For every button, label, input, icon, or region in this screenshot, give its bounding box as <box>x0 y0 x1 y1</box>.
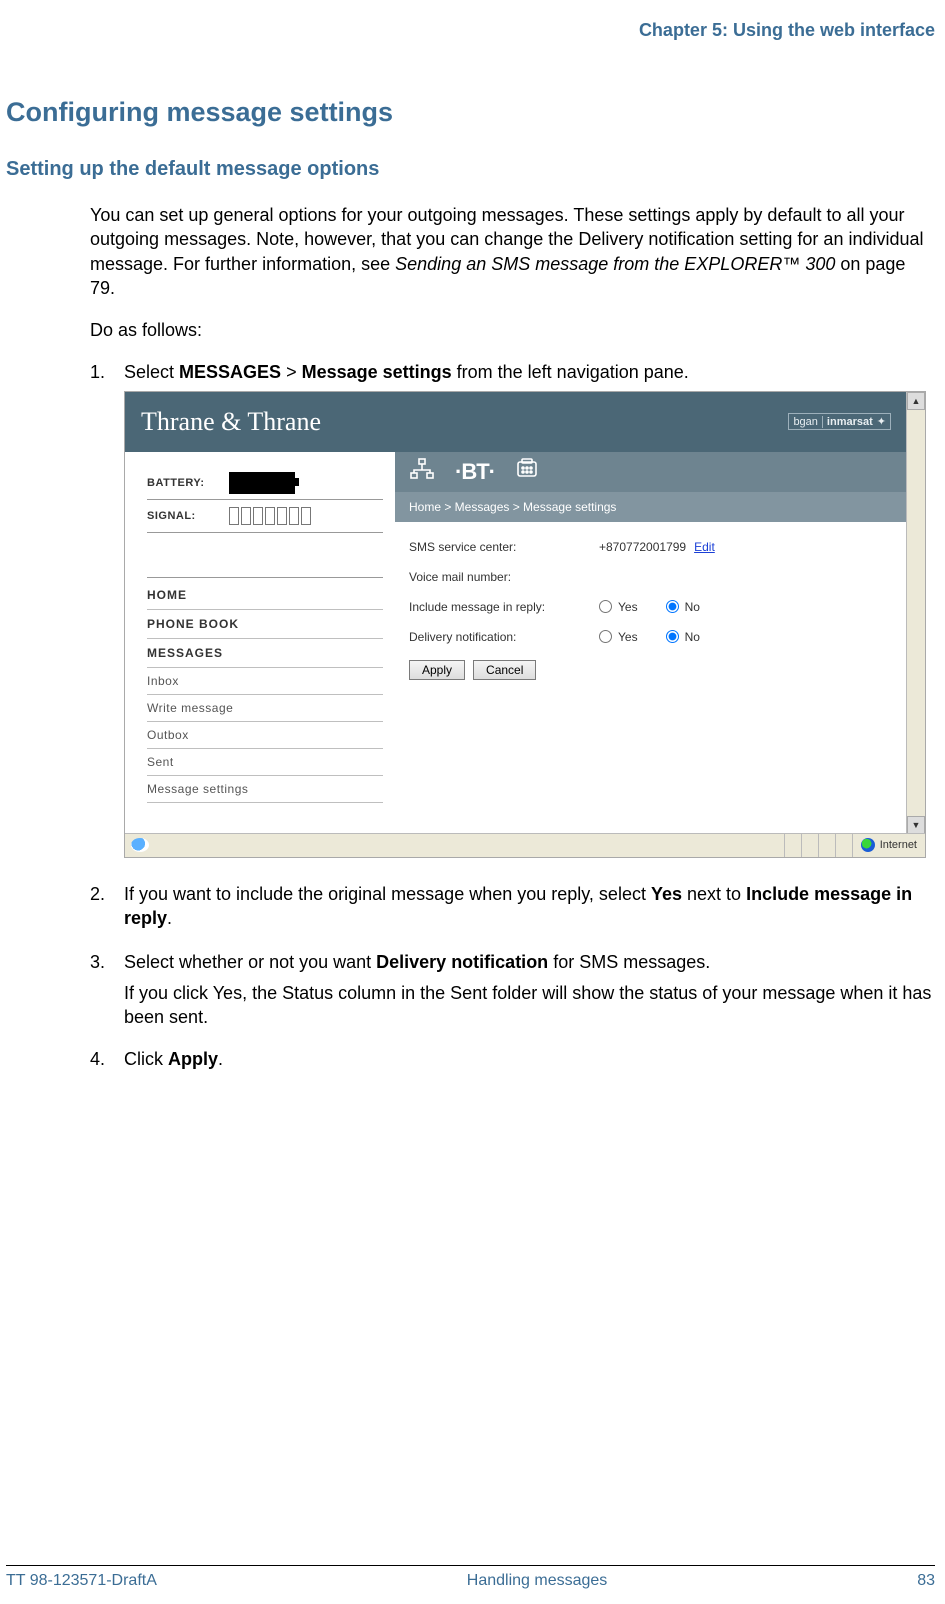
yes-label-2: Yes <box>618 630 638 644</box>
include-reply-yes[interactable]: Yes <box>599 600 638 614</box>
icon-bar: ·BT· <box>395 452 907 492</box>
step-2: 2. If you want to include the original m… <box>90 882 935 931</box>
delivery-notif-label: Delivery notification: <box>409 630 599 644</box>
battery-icon <box>229 472 295 494</box>
step-2-text: If you want to include the original mess… <box>124 882 935 931</box>
screenshot-figure: Thrane & Thrane bgan inmarsat ✦ BATTERY: <box>124 391 935 858</box>
footer-page: 83 <box>917 1572 935 1590</box>
yes-label: Yes <box>618 600 638 614</box>
s2-mid: next to <box>682 884 746 904</box>
scroll-up-icon[interactable]: ▲ <box>907 392 925 410</box>
nav-outbox[interactable]: Outbox <box>147 722 383 749</box>
step-3-number: 3. <box>90 950 124 974</box>
nav-messages[interactable]: MESSAGES <box>147 639 383 668</box>
s4-pre: Click <box>124 1049 168 1069</box>
no-label: No <box>685 600 700 614</box>
nav-home[interactable]: HOME <box>147 581 383 610</box>
s3-pre: Select whether or not you want <box>124 952 376 972</box>
satellite-icon: ✦ <box>877 415 886 428</box>
s1-b1: MESSAGES <box>179 362 281 382</box>
include-reply-no[interactable]: No <box>666 600 700 614</box>
footer-docid: TT 98-123571-DraftA <box>6 1572 157 1590</box>
nav-message-settings[interactable]: Message settings <box>147 776 383 803</box>
delivery-notif-yes[interactable]: Yes <box>599 630 638 644</box>
s2-post: . <box>167 908 172 928</box>
intro-paragraph: You can set up general options for your … <box>90 203 935 300</box>
s4-b1: Apply <box>168 1049 218 1069</box>
s1-pre: Select <box>124 362 179 382</box>
s1-b2: Message settings <box>302 362 452 382</box>
s3-b1: Delivery notification <box>376 952 548 972</box>
sms-center-value: +870772001799 <box>599 540 686 554</box>
step-3-sub: If you click Yes, the Status column in t… <box>124 981 935 1030</box>
s3-post: for SMS messages. <box>548 952 710 972</box>
bgan-label: bgan <box>793 416 817 428</box>
zone-label: Internet <box>880 839 917 851</box>
voicemail-label: Voice mail number: <box>409 570 599 584</box>
step-2-number: 2. <box>90 882 124 931</box>
status-bar: Internet <box>125 833 925 857</box>
step-1-number: 1. <box>90 360 124 384</box>
no-label-2: No <box>685 630 700 644</box>
page-footer: TT 98-123571-DraftA Handling messages 83 <box>6 1565 935 1590</box>
vertical-scrollbar[interactable]: ▲ ▼ <box>906 392 925 834</box>
bgan-inmarsat-badge: bgan inmarsat ✦ <box>788 413 891 430</box>
step-4-text: Click Apply. <box>124 1047 935 1071</box>
brand-logo: Thrane & Thrane <box>141 407 321 437</box>
network-icon <box>409 458 435 486</box>
shot-sidebar: BATTERY: SIGNAL: HOME <box>125 452 395 834</box>
breadcrumb: Home > Messages > Message settings <box>395 492 907 522</box>
edit-link[interactable]: Edit <box>694 540 715 554</box>
s2-pre: If you want to include the original mess… <box>124 884 651 904</box>
nav-sent[interactable]: Sent <box>147 749 383 776</box>
do-as-follows: Do as follows: <box>90 318 935 342</box>
bt-icon: ·BT· <box>455 459 495 485</box>
s2-b1: Yes <box>651 884 682 904</box>
signal-label: SIGNAL: <box>147 510 229 522</box>
step-4: 4. Click Apply. <box>90 1047 935 1071</box>
shot-banner: Thrane & Thrane bgan inmarsat ✦ <box>125 392 907 452</box>
section-title: Configuring message settings <box>6 97 945 128</box>
chapter-header: Chapter 5: Using the web interface <box>0 20 945 47</box>
step-1: 1. Select MESSAGES > Message settings fr… <box>90 360 935 384</box>
step-4-number: 4. <box>90 1047 124 1071</box>
signal-bars-icon <box>229 507 311 525</box>
ie-icon <box>131 838 149 852</box>
subsection-title: Setting up the default message options <box>6 158 945 181</box>
nav-inbox[interactable]: Inbox <box>147 668 383 695</box>
globe-icon <box>861 838 875 852</box>
step-3-text: Select whether or not you want Delivery … <box>124 950 935 974</box>
footer-title: Handling messages <box>467 1572 608 1590</box>
step-1-text: Select MESSAGES > Message settings from … <box>124 360 935 384</box>
delivery-notif-no[interactable]: No <box>666 630 700 644</box>
battery-label: BATTERY: <box>147 477 229 489</box>
s1-post: from the left navigation pane. <box>452 362 689 382</box>
apply-button[interactable]: Apply <box>409 660 465 680</box>
s1-mid: > <box>281 362 302 382</box>
phone-icon <box>515 458 539 486</box>
s4-post: . <box>218 1049 223 1069</box>
inmarsat-label: inmarsat <box>827 416 873 428</box>
nav-write-message[interactable]: Write message <box>147 695 383 722</box>
cancel-button[interactable]: Cancel <box>473 660 536 680</box>
nav-phonebook[interactable]: PHONE BOOK <box>147 610 383 639</box>
include-reply-label: Include message in reply: <box>409 600 599 614</box>
step-3: 3. Select whether or not you want Delive… <box>90 950 935 974</box>
intro-xref: Sending an SMS message from the EXPLORER… <box>395 254 835 274</box>
sms-center-label: SMS service center: <box>409 540 599 554</box>
scroll-down-icon[interactable]: ▼ <box>907 816 925 834</box>
